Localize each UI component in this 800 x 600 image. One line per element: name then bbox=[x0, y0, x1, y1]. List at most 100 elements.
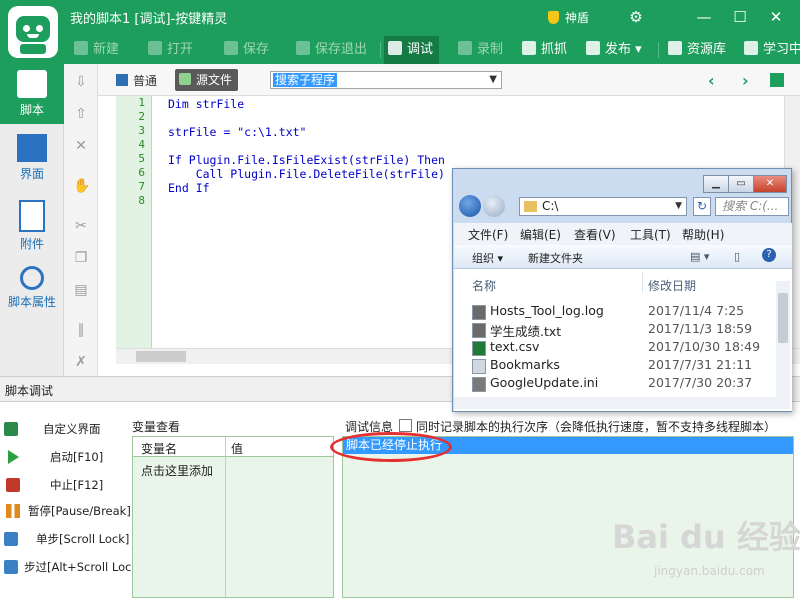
source-mode-icon bbox=[179, 73, 191, 85]
scroll-thumb[interactable] bbox=[778, 293, 788, 343]
learn-button[interactable]: 学习中 bbox=[744, 36, 800, 64]
settings-gear-icon[interactable]: ⚙ bbox=[622, 6, 650, 28]
tab-normal-mode[interactable]: 普通 bbox=[116, 72, 157, 89]
help-icon[interactable]: ? bbox=[762, 248, 776, 262]
editor-header: 普通 源文件 搜索子程序 ▼ ‹ › bbox=[98, 64, 800, 96]
file-row[interactable]: text.csv 2017/10/30 18:49 bbox=[472, 339, 772, 356]
explorer-window-controls: ▁ ▭ ✕ bbox=[703, 175, 787, 193]
new-folder-button[interactable]: 新建文件夹 bbox=[528, 250, 583, 266]
line-number: 5 bbox=[138, 152, 145, 165]
column-divider bbox=[642, 273, 643, 293]
file-row[interactable]: 学生成绩.txt 2017/11/3 18:59 bbox=[472, 321, 772, 339]
info-icon bbox=[20, 266, 44, 290]
script-icon bbox=[17, 70, 47, 98]
step-button[interactable]: 单步[Scroll Lock] bbox=[4, 528, 129, 550]
grid-icon[interactable] bbox=[770, 73, 784, 87]
folder-icon bbox=[148, 41, 162, 55]
record-order-checkbox[interactable] bbox=[399, 419, 413, 432]
chevron-left-icon[interactable]: ‹ bbox=[708, 71, 715, 90]
nav-script[interactable]: 脚本 bbox=[0, 64, 64, 124]
hand-icon[interactable]: ✋ bbox=[73, 178, 90, 194]
delete-icon[interactable]: ✕ bbox=[73, 138, 89, 154]
shield-button[interactable]: 神盾 bbox=[548, 9, 589, 26]
column-modified-date[interactable]: 修改日期 bbox=[648, 277, 696, 294]
explorer-nav-bar: C:\ ▼ ↻ 搜索 C:(... bbox=[459, 195, 789, 219]
column-value: 值 bbox=[231, 442, 244, 456]
minimize-button[interactable]: — bbox=[690, 6, 718, 28]
text-file-icon bbox=[472, 323, 486, 338]
view-options-icon[interactable]: ▤ ▾ bbox=[690, 250, 709, 263]
scroll-thumb[interactable] bbox=[136, 351, 186, 362]
record-order-label: 同时记录脚本的执行次序（会降低执行速度，暂不支持多线程脚本） bbox=[416, 420, 777, 434]
cut-icon[interactable]: ✂ bbox=[73, 218, 89, 234]
excel-file-icon bbox=[472, 341, 486, 356]
custom-ui-icon bbox=[4, 422, 18, 436]
settings-file-icon bbox=[472, 377, 486, 392]
resources-button[interactable]: 资源库 bbox=[668, 36, 726, 64]
arrow-up-icon[interactable]: ⇧ bbox=[73, 106, 89, 122]
disk-exit-icon bbox=[296, 41, 310, 55]
file-row[interactable]: GoogleUpdate.ini 2017/7/30 20:37 bbox=[472, 375, 772, 392]
back-arrow-icon[interactable] bbox=[459, 195, 481, 217]
nav-layout[interactable]: 界面 bbox=[0, 128, 64, 188]
record-button[interactable]: 录制 bbox=[458, 36, 503, 64]
explorer-vertical-scrollbar[interactable] bbox=[776, 281, 790, 409]
subroutine-select[interactable]: 搜索子程序 ▼ bbox=[270, 71, 502, 89]
publish-icon bbox=[586, 41, 600, 55]
baidu-watermark: Bai du 经验 bbox=[612, 518, 800, 556]
file-row[interactable]: Bookmarks 2017/7/31 21:11 bbox=[472, 357, 772, 374]
explorer-maximize-button[interactable]: ▭ bbox=[728, 175, 754, 193]
chevron-right-icon[interactable]: › bbox=[742, 71, 749, 90]
add-variable-row[interactable]: 点击这里添加 bbox=[141, 462, 213, 479]
nav-attachment[interactable]: 附件 bbox=[0, 194, 64, 254]
paste-icon[interactable]: ▤ bbox=[73, 282, 89, 298]
line-number: 6 bbox=[138, 166, 145, 179]
column-divider bbox=[225, 437, 226, 597]
menu-file[interactable]: 文件(F) bbox=[468, 226, 508, 243]
custom-ui-button[interactable]: 自定义界面 bbox=[4, 418, 124, 440]
pause-button[interactable]: 暂停[Pause/Break] bbox=[4, 500, 131, 522]
save-exit-button[interactable]: 保存退出 bbox=[296, 36, 367, 64]
open-button[interactable]: 打开 bbox=[148, 36, 193, 64]
nav-script-properties[interactable]: 脚本属性 bbox=[0, 260, 64, 320]
chevron-down-icon: ▼ bbox=[489, 74, 497, 85]
preview-pane-icon[interactable]: ▯ bbox=[734, 250, 740, 263]
explorer-close-button[interactable]: ✕ bbox=[753, 175, 787, 193]
grab-button[interactable]: 抓抓 bbox=[522, 36, 567, 64]
stop-button[interactable]: 中止[F12] bbox=[4, 474, 124, 496]
save-button[interactable]: 保存 bbox=[224, 36, 269, 64]
file-row[interactable]: Hosts_Tool_log.log 2017/11/4 7:25 bbox=[472, 303, 772, 320]
start-button[interactable]: 启动[F10] bbox=[4, 446, 124, 468]
organize-button[interactable]: 组织 ▾ bbox=[472, 250, 503, 266]
explorer-command-bar: 组织 ▾ 新建文件夹 ▤ ▾ ▯ ? bbox=[454, 245, 792, 269]
explorer-search-input[interactable]: 搜索 C:(... bbox=[715, 197, 789, 216]
baidu-watermark-url: jingyan.baidu.com bbox=[654, 564, 765, 578]
address-bar[interactable]: C:\ ▼ bbox=[519, 197, 687, 216]
arrow-down-icon[interactable]: ⇩ bbox=[73, 74, 89, 90]
menu-edit[interactable]: 编辑(E) bbox=[520, 226, 561, 243]
publish-button[interactable]: 发布 ▾ bbox=[586, 36, 642, 64]
red-highlight-circle bbox=[330, 432, 452, 462]
refresh-icon[interactable]: ↻ bbox=[693, 197, 711, 216]
tab-source-mode[interactable]: 源文件 bbox=[175, 69, 239, 91]
explorer-horizontal-scrollbar[interactable] bbox=[454, 397, 776, 409]
uncomment-icon[interactable]: ✗ bbox=[73, 354, 89, 370]
disk-icon bbox=[224, 41, 238, 55]
menu-help[interactable]: 帮助(H) bbox=[682, 226, 724, 243]
explorer-minimize-button[interactable]: ▁ bbox=[703, 175, 729, 193]
left-nav: 脚本 界面 附件 脚本属性 bbox=[0, 64, 64, 376]
debug-button[interactable]: 调试 bbox=[384, 36, 440, 64]
app-logo bbox=[8, 6, 58, 58]
new-button[interactable]: 新建 bbox=[74, 36, 119, 64]
chevron-down-icon: ▼ bbox=[675, 201, 682, 211]
maximize-button[interactable]: ☐ bbox=[726, 6, 754, 28]
menu-tools[interactable]: 工具(T) bbox=[630, 226, 671, 243]
copy-icon[interactable]: ❐ bbox=[73, 250, 89, 266]
file-list: 名称 修改日期 Hosts_Tool_log.log 2017/11/4 7:2… bbox=[454, 269, 792, 411]
forward-arrow-icon[interactable] bbox=[483, 195, 505, 217]
comment-icon[interactable]: ∥ bbox=[73, 322, 89, 338]
close-button[interactable]: ✕ bbox=[762, 6, 790, 28]
column-name[interactable]: 名称 bbox=[472, 277, 496, 294]
menu-view[interactable]: 查看(V) bbox=[574, 226, 616, 243]
step-over-button[interactable]: 步过[Alt+Scroll Lock] bbox=[4, 556, 143, 578]
